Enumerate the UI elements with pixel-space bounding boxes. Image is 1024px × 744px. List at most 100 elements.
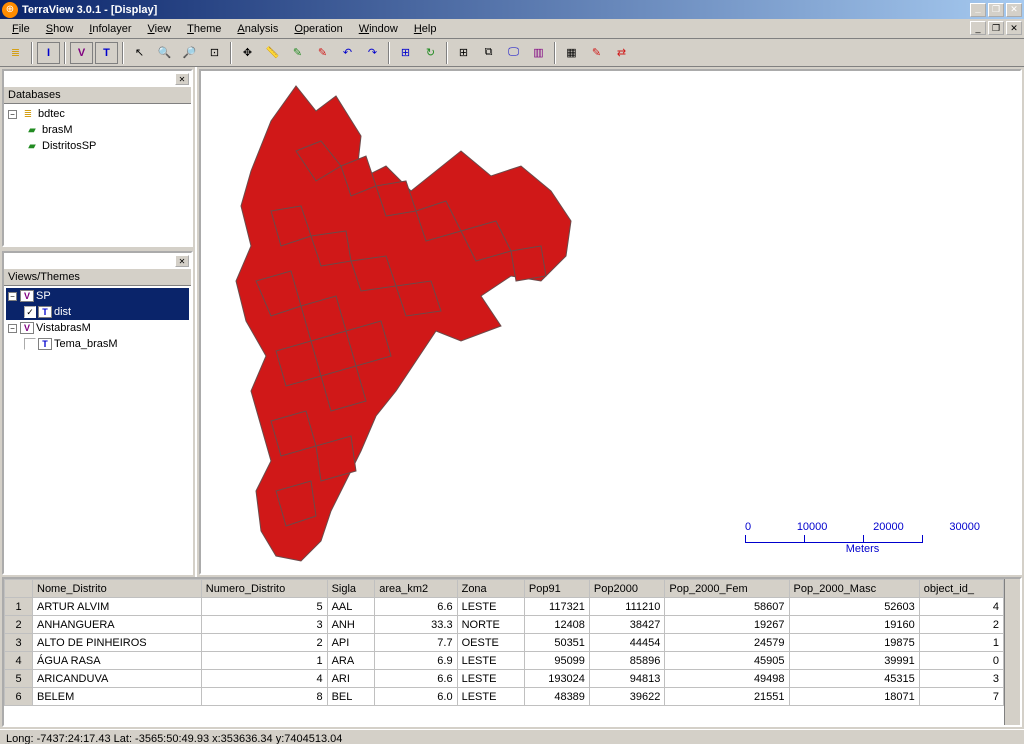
zoom-area-icon[interactable]: ⊡ <box>203 42 226 64</box>
column-header[interactable]: Pop91 <box>524 580 589 598</box>
cell[interactable]: 6.0 <box>375 688 457 706</box>
chart-icon[interactable]: ▥ <box>527 42 550 64</box>
cell[interactable]: 6.6 <box>375 670 457 688</box>
cell[interactable]: ÁGUA RASA <box>33 652 202 670</box>
measure-icon[interactable]: 📏 <box>261 42 284 64</box>
cell[interactable]: NORTE <box>457 616 524 634</box>
zoom-in-icon[interactable]: 🔍 <box>153 42 176 64</box>
cell[interactable]: 4 <box>201 670 327 688</box>
mdi-restore-button[interactable]: ❐ <box>988 21 1004 35</box>
cell[interactable]: 12408 <box>524 616 589 634</box>
column-header[interactable]: Zona <box>457 580 524 598</box>
view-icon[interactable]: V <box>70 42 93 64</box>
full-extent-icon[interactable]: ⊞ <box>394 42 417 64</box>
cell[interactable]: 3 <box>919 670 1003 688</box>
column-header[interactable]: Nome_Distrito <box>33 580 202 598</box>
view-node-sp[interactable]: − V SP <box>6 288 189 304</box>
menu-operation[interactable]: Operation <box>286 21 350 37</box>
undo-icon[interactable]: ↶ <box>336 42 359 64</box>
cell[interactable]: 50351 <box>524 634 589 652</box>
cell[interactable]: ARI <box>327 670 375 688</box>
cell[interactable]: API <box>327 634 375 652</box>
cell[interactable]: ALTO DE PINHEIROS <box>33 634 202 652</box>
pan-icon[interactable]: ✥ <box>236 42 259 64</box>
cell[interactable]: 39991 <box>789 652 919 670</box>
menu-window[interactable]: Window <box>351 21 406 37</box>
cell[interactable]: AAL <box>327 598 375 616</box>
cell[interactable]: 19160 <box>789 616 919 634</box>
cell[interactable]: 45315 <box>789 670 919 688</box>
cell[interactable]: ARICANDUVA <box>33 670 202 688</box>
database-icon[interactable]: ≣ <box>4 42 27 64</box>
databases-tree[interactable]: − ≣ bdtec ▰ brasM ▰ DistritosSP <box>4 104 191 245</box>
cell[interactable]: ANHANGUERA <box>33 616 202 634</box>
column-header[interactable]: object_id_ <box>919 580 1003 598</box>
cell[interactable]: 58607 <box>665 598 789 616</box>
column-header[interactable]: Numero_Distrito <box>201 580 327 598</box>
table-icon[interactable]: ▦ <box>560 42 583 64</box>
cell[interactable]: 48389 <box>524 688 589 706</box>
cell[interactable]: 3 <box>201 616 327 634</box>
refresh-icon[interactable]: ↻ <box>419 42 442 64</box>
menu-help[interactable]: Help <box>406 21 445 37</box>
theme-icon[interactable]: T <box>95 42 118 64</box>
cell[interactable]: 6.9 <box>375 652 457 670</box>
cell[interactable]: 2 <box>201 634 327 652</box>
cell[interactable]: 49498 <box>665 670 789 688</box>
views-tree[interactable]: − V SP ✓ T dist − V VistabrasM <box>4 286 191 573</box>
cell[interactable]: LESTE <box>457 670 524 688</box>
collapse-icon[interactable]: − <box>8 292 17 301</box>
db-node[interactable]: − ≣ bdtec <box>6 106 189 122</box>
menu-show[interactable]: Show <box>38 21 82 37</box>
attribute-table[interactable]: Nome_DistritoNumero_DistritoSiglaarea_km… <box>2 577 1022 727</box>
cell[interactable]: 45905 <box>665 652 789 670</box>
tile-icon[interactable]: ⊞ <box>452 42 475 64</box>
cell[interactable]: 4 <box>919 598 1003 616</box>
cell[interactable]: ARA <box>327 652 375 670</box>
pointer-icon[interactable]: ↖ <box>128 42 151 64</box>
display-icon[interactable]: 🖵 <box>502 42 525 64</box>
cell[interactable]: 0 <box>919 652 1003 670</box>
cell[interactable]: 39622 <box>589 688 664 706</box>
cell[interactable]: LESTE <box>457 688 524 706</box>
panel-close-icon[interactable]: ✕ <box>175 255 189 267</box>
cell[interactable]: 111210 <box>589 598 664 616</box>
cell[interactable]: 7.7 <box>375 634 457 652</box>
cell[interactable]: LESTE <box>457 598 524 616</box>
cell[interactable]: 117321 <box>524 598 589 616</box>
cell[interactable]: 19267 <box>665 616 789 634</box>
vertical-scrollbar[interactable] <box>1004 579 1020 725</box>
minimize-button[interactable]: _ <box>970 3 986 17</box>
cell[interactable]: 95099 <box>524 652 589 670</box>
column-header[interactable]: area_km2 <box>375 580 457 598</box>
table-row[interactable]: 2ANHANGUERA3ANH33.3NORTE1240838427192671… <box>5 616 1004 634</box>
cell[interactable]: 21551 <box>665 688 789 706</box>
view-node-vistabrasm[interactable]: − V VistabrasM <box>6 320 189 336</box>
table-row[interactable]: 3ALTO DE PINHEIROS2API7.7OESTE5035144454… <box>5 634 1004 652</box>
cell[interactable]: 1 <box>919 634 1003 652</box>
menu-file[interactable]: File <box>4 21 38 37</box>
cell[interactable]: ANH <box>327 616 375 634</box>
zoom-out-icon[interactable]: 🔎 <box>178 42 201 64</box>
row-number[interactable]: 3 <box>5 634 33 652</box>
column-header[interactable]: Pop2000 <box>589 580 664 598</box>
menu-view[interactable]: View <box>139 21 179 37</box>
mdi-minimize-button[interactable]: _ <box>970 21 986 35</box>
theme-checkbox[interactable]: ✓ <box>24 306 36 318</box>
table-row[interactable]: 6BELEM8BEL6.0LESTE483893962221551180717 <box>5 688 1004 706</box>
close-button[interactable]: ✕ <box>1006 3 1022 17</box>
row-number[interactable]: 5 <box>5 670 33 688</box>
cell[interactable]: 24579 <box>665 634 789 652</box>
import-icon[interactable]: I <box>37 42 60 64</box>
cell[interactable]: BELEM <box>33 688 202 706</box>
theme-node-dist[interactable]: ✓ T dist <box>6 304 189 320</box>
mdi-close-button[interactable]: ✕ <box>1006 21 1022 35</box>
column-header[interactable]: Sigla <box>327 580 375 598</box>
cell[interactable]: 18071 <box>789 688 919 706</box>
collapse-icon[interactable]: − <box>8 324 17 333</box>
layer-node[interactable]: ▰ DistritosSP <box>6 138 189 154</box>
panel-close-icon[interactable]: ✕ <box>175 73 189 85</box>
row-number[interactable]: 2 <box>5 616 33 634</box>
cell[interactable]: 19875 <box>789 634 919 652</box>
theme-node-temabrasm[interactable]: T Tema_brasM <box>6 336 189 352</box>
